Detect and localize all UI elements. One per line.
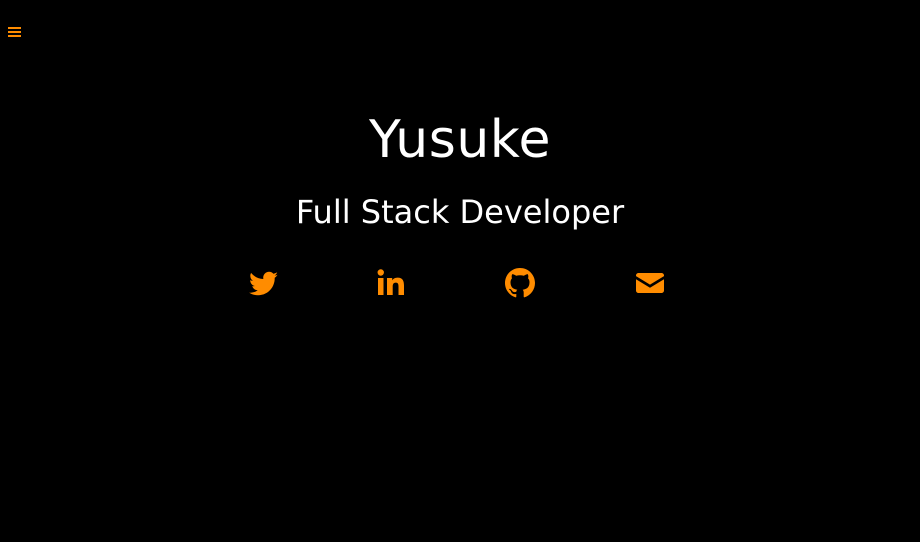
menu-button[interactable] <box>8 25 22 39</box>
subtitle: Full Stack Developer <box>295 193 625 231</box>
hamburger-menu-icon <box>8 27 21 29</box>
twitter-icon <box>249 271 278 296</box>
github-icon <box>505 268 535 298</box>
linkedin-link[interactable] <box>375 266 409 300</box>
github-link[interactable] <box>503 266 537 300</box>
page-title: Yusuke <box>368 110 552 170</box>
email-icon <box>636 273 664 293</box>
twitter-link[interactable] <box>247 266 281 300</box>
linkedin-icon <box>377 269 404 295</box>
social-links <box>0 266 920 300</box>
page: Yusuke Full Stack Developer <box>0 0 920 542</box>
email-link[interactable] <box>633 266 667 300</box>
